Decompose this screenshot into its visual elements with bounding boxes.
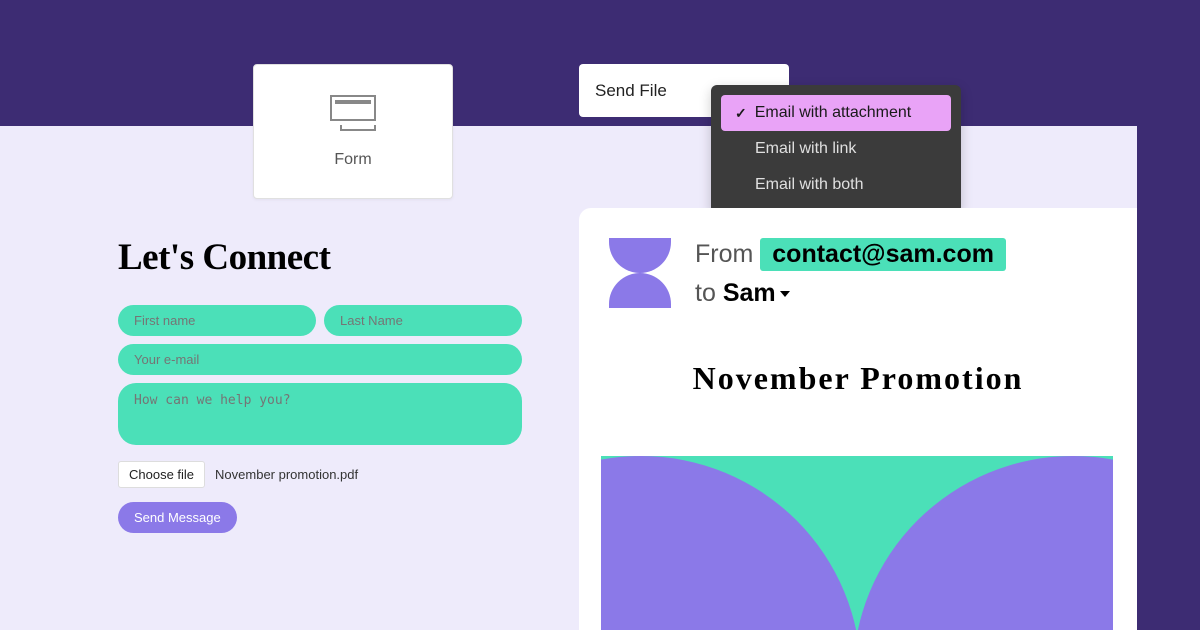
email-input[interactable] (118, 344, 522, 375)
last-name-input[interactable] (324, 305, 522, 336)
form-card-label: Form (334, 151, 371, 169)
promotion-graphic (601, 456, 1113, 630)
check-icon: ✓ (735, 105, 747, 122)
to-recipient-name[interactable]: Sam (723, 279, 776, 307)
first-name-input[interactable] (118, 305, 316, 336)
send-file-dropdown: ✓ Email with attachment Email with link … (711, 85, 961, 213)
email-to-line: to Sam (695, 279, 1107, 308)
send-message-button[interactable]: Send Message (118, 502, 237, 533)
connect-title: Let's Connect (118, 236, 523, 279)
dropdown-item-attachment[interactable]: ✓ Email with attachment (721, 95, 951, 131)
connect-form: Let's Connect Choose file November promo… (118, 236, 523, 533)
selected-file-name: November promotion.pdf (215, 467, 358, 482)
from-email-address[interactable]: contact@sam.com (760, 238, 1006, 271)
email-subject: November Promotion (579, 360, 1137, 397)
dropdown-item-both[interactable]: Email with both (721, 167, 951, 203)
form-type-card[interactable]: Form (253, 64, 453, 199)
message-textarea[interactable] (118, 383, 522, 445)
right-background-band (1137, 0, 1200, 630)
chevron-down-icon[interactable] (780, 291, 790, 297)
choose-file-button[interactable]: Choose file (118, 461, 205, 488)
hourglass-icon (609, 238, 671, 308)
from-label: From (695, 240, 753, 268)
dropdown-item-label: Email with both (755, 176, 864, 194)
dropdown-item-label: Email with link (755, 140, 856, 158)
dropdown-item-link[interactable]: Email with link (721, 131, 951, 167)
form-icon (330, 95, 376, 131)
to-label: to (695, 279, 716, 307)
email-preview-panel: From contact@sam.com to Sam November Pro… (579, 208, 1137, 630)
email-from-line: From contact@sam.com (695, 238, 1107, 271)
dropdown-item-label: Email with attachment (755, 104, 912, 122)
send-file-label: Send File (595, 81, 667, 101)
